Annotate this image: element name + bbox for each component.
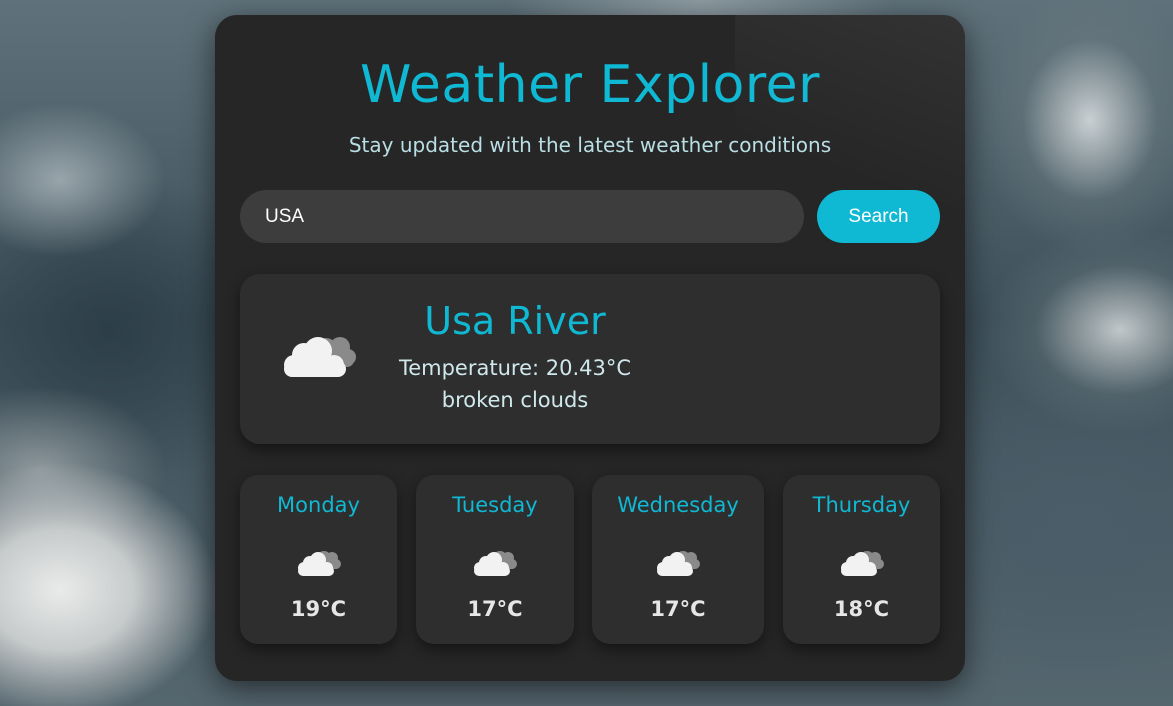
forecast-card-tuesday: Tuesday 17°C — [416, 475, 574, 644]
city-name: Usa River — [424, 299, 606, 343]
forecast-temperature: 17°C — [650, 597, 706, 621]
broken-clouds-icon — [474, 551, 517, 576]
broken-clouds-icon — [841, 551, 884, 576]
broken-clouds-icon — [657, 551, 700, 576]
forecast-card-thursday: Thursday 18°C — [783, 475, 940, 644]
forecast-day: Tuesday — [452, 493, 538, 517]
broken-clouds-icon — [298, 551, 341, 576]
forecast-temperature: 18°C — [833, 597, 890, 621]
search-button[interactable]: Search — [817, 190, 940, 243]
weather-app-card: Weather Explorer Stay updated with the l… — [215, 15, 965, 681]
forecast-day: Thursday — [812, 493, 911, 517]
forecast-day: Wednesday — [617, 493, 739, 517]
forecast-card-monday: Monday 19°C — [240, 475, 397, 644]
forecast-card-wednesday: Wednesday 17°C — [592, 475, 764, 644]
weather-description: broken clouds — [441, 388, 589, 412]
forecast-temperature: 17°C — [467, 597, 523, 621]
broken-clouds-icon — [284, 337, 356, 377]
search-input[interactable] — [240, 190, 804, 243]
current-temperature: Temperature: 20.43°C — [398, 356, 632, 380]
current-weather-info: Usa River Temperature: 20.43°C broken cl… — [370, 296, 660, 416]
forecast-temperature: 19°C — [290, 597, 347, 621]
app-subtitle: Stay updated with the latest weather con… — [348, 133, 832, 157]
forecast-day: Monday — [277, 493, 360, 517]
current-weather-panel: Usa River Temperature: 20.43°C broken cl… — [240, 274, 940, 444]
app-title: Weather Explorer — [360, 55, 820, 115]
